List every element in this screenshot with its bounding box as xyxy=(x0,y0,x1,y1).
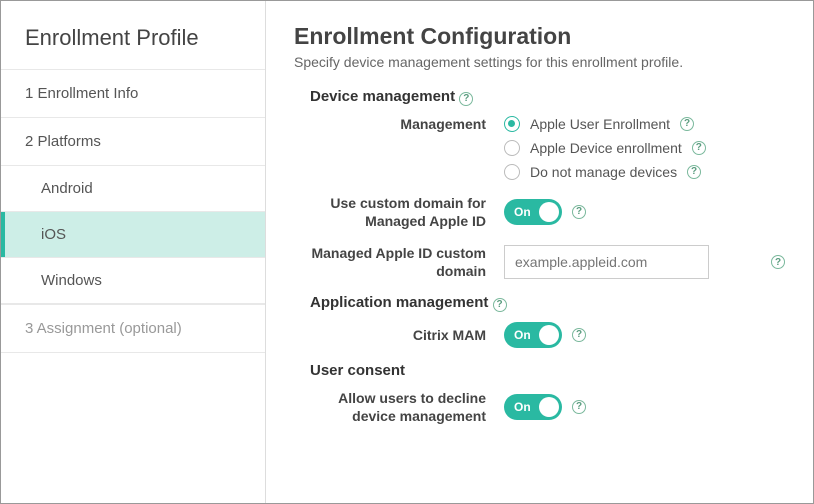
citrix-mam-toggle[interactable]: On xyxy=(504,322,562,348)
sidebar: Enrollment Profile 1 Enrollment Info 2 P… xyxy=(1,1,266,503)
custom-domain-field-label: Managed Apple ID custom domain xyxy=(294,244,504,280)
toggle-knob-icon xyxy=(539,325,559,345)
radio-do-not-manage[interactable]: Do not manage devices xyxy=(504,164,706,180)
custom-domain-toggle[interactable]: On xyxy=(504,199,562,225)
nav-assignment[interactable]: 3 Assignment (optional) xyxy=(1,304,265,353)
radio-icon xyxy=(504,116,520,132)
radio-label: Do not manage devices xyxy=(530,164,677,180)
section-application-management: Application management xyxy=(294,294,785,312)
management-label: Management xyxy=(294,116,504,132)
help-icon[interactable] xyxy=(680,117,694,131)
radio-label: Apple User Enrollment xyxy=(530,116,670,132)
main-panel: Enrollment Configuration Specify device … xyxy=(266,1,813,503)
nav-platforms[interactable]: 2 Platforms xyxy=(1,118,265,166)
custom-domain-toggle-label: Use custom domain for Managed Apple ID xyxy=(294,194,504,230)
help-icon[interactable] xyxy=(493,298,507,312)
radio-icon xyxy=(504,164,520,180)
sidebar-item-windows[interactable]: Windows xyxy=(1,258,265,304)
help-icon[interactable] xyxy=(572,400,586,414)
decline-mgmt-toggle[interactable]: On xyxy=(504,394,562,420)
toggle-knob-icon xyxy=(539,202,559,222)
help-icon[interactable] xyxy=(687,165,701,179)
section-label: User consent xyxy=(310,362,405,379)
app-container: Enrollment Profile 1 Enrollment Info 2 P… xyxy=(0,0,814,504)
sidebar-item-android[interactable]: Android xyxy=(1,166,265,212)
radio-icon xyxy=(504,140,520,156)
toggle-knob-icon xyxy=(539,397,559,417)
help-icon[interactable] xyxy=(459,92,473,106)
sidebar-title: Enrollment Profile xyxy=(1,1,265,69)
nav-enrollment-info[interactable]: 1 Enrollment Info xyxy=(1,69,265,118)
page-subtitle: Specify device management settings for t… xyxy=(294,54,785,70)
radio-apple-device-enrollment[interactable]: Apple Device enrollment xyxy=(504,140,706,156)
page-title: Enrollment Configuration xyxy=(294,23,785,50)
help-icon[interactable] xyxy=(572,328,586,342)
section-user-consent: User consent xyxy=(294,362,785,379)
section-device-management: Device management xyxy=(294,88,785,106)
help-icon[interactable] xyxy=(771,255,785,269)
radio-label: Apple Device enrollment xyxy=(530,140,682,156)
section-label: Application management xyxy=(310,294,488,311)
toggle-on-label: On xyxy=(504,400,531,414)
citrix-mam-label: Citrix MAM xyxy=(294,327,504,343)
toggle-on-label: On xyxy=(504,328,531,342)
sidebar-item-ios[interactable]: iOS xyxy=(1,212,265,258)
radio-apple-user-enrollment[interactable]: Apple User Enrollment xyxy=(504,116,706,132)
section-label: Device management xyxy=(310,88,455,105)
management-radio-group: Apple User Enrollment Apple Device enrol… xyxy=(504,116,706,180)
help-icon[interactable] xyxy=(572,205,586,219)
toggle-on-label: On xyxy=(504,205,531,219)
managed-apple-id-domain-input[interactable] xyxy=(504,245,709,279)
decline-mgmt-label: Allow users to decline device management xyxy=(294,389,504,425)
help-icon[interactable] xyxy=(692,141,706,155)
